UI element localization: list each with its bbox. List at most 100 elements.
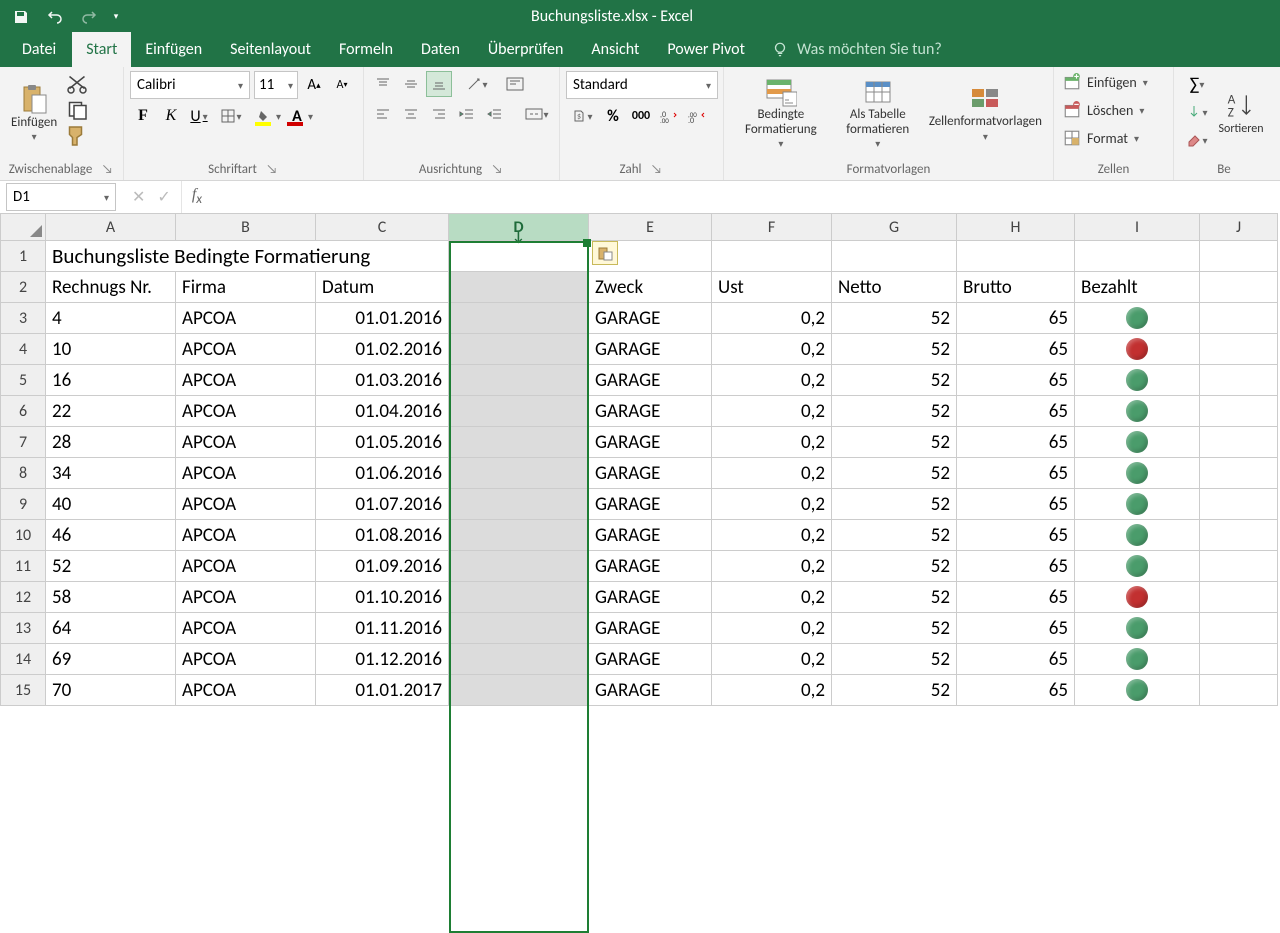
cell[interactable] [1200, 303, 1278, 334]
cell[interactable]: GARAGE [589, 458, 712, 489]
cell[interactable] [449, 427, 589, 458]
cell[interactable]: 0,2 [712, 551, 832, 582]
row-header[interactable]: 8 [0, 458, 46, 489]
cell[interactable]: APCOA [176, 551, 316, 582]
row-header[interactable]: 13 [0, 613, 46, 644]
cell[interactable]: 65 [957, 303, 1075, 334]
qat-dropdown-icon[interactable]: ▾ [108, 11, 124, 22]
row-header[interactable]: 14 [0, 644, 46, 675]
tab-formulas[interactable]: Formeln [325, 32, 407, 67]
cell[interactable]: 65 [957, 458, 1075, 489]
fx-icon[interactable]: fx [182, 186, 212, 207]
cell[interactable] [1075, 365, 1200, 396]
cell[interactable]: 01.02.2016 [316, 334, 449, 365]
cell[interactable]: 52 [832, 551, 957, 582]
cell[interactable]: 0,2 [712, 582, 832, 613]
cell[interactable]: APCOA [176, 334, 316, 365]
insert-cells-button[interactable]: Einfügen▾ [1060, 69, 1156, 95]
cell[interactable]: APCOA [176, 582, 316, 613]
cell[interactable]: 52 [46, 551, 176, 582]
cell[interactable]: 0,2 [712, 458, 832, 489]
cell[interactable] [1075, 396, 1200, 427]
row-header[interactable]: 6 [0, 396, 46, 427]
col-header-C[interactable]: C [316, 213, 449, 241]
col-header-E[interactable]: E [589, 213, 712, 241]
font-name-dropdown[interactable]: Calibri▾ [130, 71, 250, 99]
cell[interactable] [449, 396, 589, 427]
row-header[interactable]: 11 [0, 551, 46, 582]
dialog-launcher-icon[interactable]: ↘ [490, 162, 504, 176]
clear-icon[interactable]: ▾ [1180, 127, 1214, 153]
align-bottom-icon[interactable] [426, 71, 452, 97]
wrap-text-icon[interactable] [502, 71, 528, 97]
borders-icon[interactable]: ▾ [214, 103, 248, 129]
format-painter-icon[interactable] [64, 123, 90, 149]
sort-filter-button[interactable]: AZ Sortieren [1214, 71, 1268, 155]
cell[interactable] [1075, 520, 1200, 551]
row-header[interactable]: 4 [0, 334, 46, 365]
cell[interactable]: Buchungsliste Bedingte Formatierung [46, 241, 449, 272]
cell[interactable]: GARAGE [589, 675, 712, 706]
cell[interactable]: 52 [832, 365, 957, 396]
cell[interactable]: 16 [46, 365, 176, 396]
cell[interactable]: Zweck [589, 272, 712, 303]
cell[interactable]: GARAGE [589, 427, 712, 458]
paste-button[interactable]: Einfügen ▾ [6, 71, 62, 155]
align-middle-icon[interactable] [398, 71, 424, 97]
percent-icon[interactable]: % [600, 103, 626, 129]
cell[interactable]: 40 [46, 489, 176, 520]
tab-review[interactable]: Überprüfen [474, 32, 577, 67]
col-header-B[interactable]: B [176, 213, 316, 241]
cell[interactable]: 65 [957, 427, 1075, 458]
cell[interactable]: GARAGE [589, 520, 712, 551]
cell[interactable] [449, 334, 589, 365]
orientation-icon[interactable]: ▾ [464, 71, 490, 97]
cell[interactable]: 01.01.2017 [316, 675, 449, 706]
cell[interactable]: 65 [957, 365, 1075, 396]
cell[interactable]: 0,2 [712, 644, 832, 675]
cell[interactable] [1200, 427, 1278, 458]
cell[interactable] [1075, 582, 1200, 613]
row-header[interactable]: 7 [0, 427, 46, 458]
cell[interactable] [1075, 334, 1200, 365]
cell[interactable] [1075, 489, 1200, 520]
copy-icon[interactable] [64, 97, 90, 123]
cell[interactable] [1200, 241, 1278, 272]
cell[interactable] [1200, 458, 1278, 489]
cell[interactable]: APCOA [176, 613, 316, 644]
decrease-decimal-icon[interactable]: ,00,0 [684, 103, 710, 129]
cell[interactable]: 01.05.2016 [316, 427, 449, 458]
cell[interactable]: 65 [957, 644, 1075, 675]
cell-styles-button[interactable]: Zellenformatvorlagen▾ [924, 71, 1047, 155]
cell[interactable]: 01.07.2016 [316, 489, 449, 520]
format-cells-button[interactable]: Format▾ [1060, 125, 1147, 151]
cell[interactable] [1200, 644, 1278, 675]
cell[interactable]: GARAGE [589, 489, 712, 520]
cell[interactable]: 01.10.2016 [316, 582, 449, 613]
cell[interactable]: Firma [176, 272, 316, 303]
cell[interactable]: Ust [712, 272, 832, 303]
cell[interactable]: 65 [957, 582, 1075, 613]
delete-cells-button[interactable]: Löschen▾ [1060, 97, 1152, 123]
cell[interactable]: APCOA [176, 303, 316, 334]
bold-button[interactable]: F [130, 103, 156, 129]
name-box[interactable]: D1▾ [6, 183, 116, 211]
cell[interactable] [449, 675, 589, 706]
cell[interactable] [1200, 365, 1278, 396]
cell[interactable] [1075, 458, 1200, 489]
cell[interactable] [1075, 613, 1200, 644]
conditional-formatting-button[interactable]: Bedingte Formatierung▾ [730, 71, 832, 155]
cell[interactable] [449, 458, 589, 489]
col-header-I[interactable]: I [1075, 213, 1200, 241]
cell[interactable]: APCOA [176, 365, 316, 396]
cell[interactable] [449, 551, 589, 582]
cell[interactable]: 01.01.2016 [316, 303, 449, 334]
cell[interactable] [957, 241, 1075, 272]
cell[interactable]: APCOA [176, 396, 316, 427]
dialog-launcher-icon[interactable]: ↘ [650, 162, 664, 176]
cell[interactable]: 4 [46, 303, 176, 334]
cell[interactable]: Bezahlt [1075, 272, 1200, 303]
undo-icon[interactable] [40, 6, 70, 28]
cell[interactable]: 0,2 [712, 365, 832, 396]
cell[interactable]: 65 [957, 334, 1075, 365]
